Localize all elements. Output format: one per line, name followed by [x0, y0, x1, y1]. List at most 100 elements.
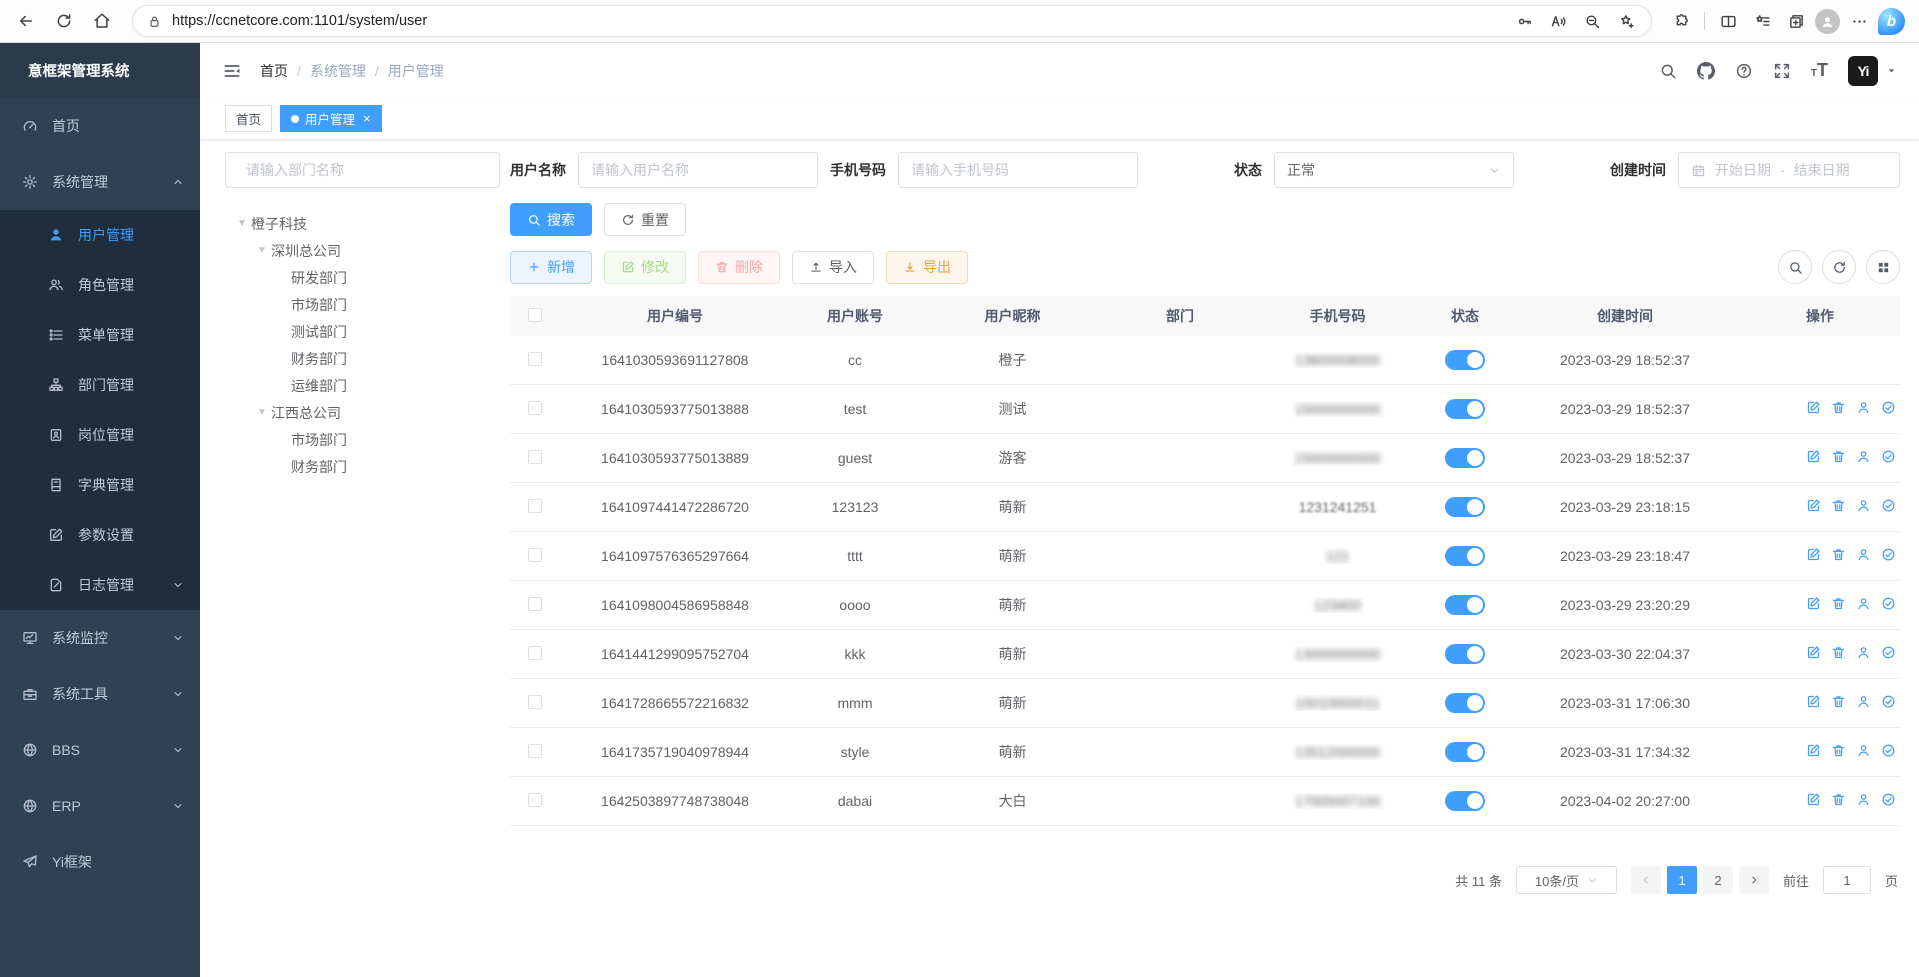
hamburger-icon[interactable]: [222, 61, 242, 81]
dept-search-input[interactable]: [246, 162, 487, 178]
row-checkbox[interactable]: [528, 744, 542, 758]
sidebar-item-dict[interactable]: 字典管理: [0, 460, 200, 510]
page-button-1[interactable]: 1: [1667, 866, 1697, 894]
row-checkbox[interactable]: [528, 352, 542, 366]
sidebar-item-tools[interactable]: 系统工具: [0, 666, 200, 722]
status-toggle[interactable]: [1445, 644, 1485, 664]
row-checkbox[interactable]: [528, 597, 542, 611]
zoom-out-icon[interactable]: [1577, 6, 1607, 36]
trash-icon[interactable]: [1831, 694, 1846, 709]
check-circle-icon[interactable]: [1881, 400, 1896, 415]
tree-node[interactable]: ▼江西总公司: [225, 399, 500, 426]
sidebar-item-log[interactable]: 日志管理: [0, 560, 200, 610]
collections-icon[interactable]: [1781, 6, 1811, 36]
status-toggle[interactable]: [1445, 546, 1485, 566]
breadcrumb-item[interactable]: 首页: [260, 61, 288, 81]
edit-square-icon[interactable]: [1806, 547, 1821, 562]
page-size-select[interactable]: 10条/页: [1516, 866, 1617, 894]
sidebar-item-param[interactable]: 参数设置: [0, 510, 200, 560]
edit-square-icon[interactable]: [1806, 596, 1821, 611]
sidebar-item-yi[interactable]: Yi框架: [0, 834, 200, 890]
person-icon[interactable]: [1856, 498, 1871, 513]
tree-node[interactable]: ▼深圳总公司: [225, 237, 500, 264]
fullscreen-icon[interactable]: [1773, 62, 1791, 80]
status-toggle[interactable]: [1445, 497, 1485, 517]
check-circle-icon[interactable]: [1881, 645, 1896, 660]
tree-node[interactable]: 测试部门: [225, 318, 500, 345]
key-icon[interactable]: [1509, 6, 1539, 36]
sidebar-item-erp[interactable]: ERP: [0, 778, 200, 834]
favorites-icon[interactable]: [1747, 6, 1777, 36]
profile-avatar[interactable]: [1815, 9, 1840, 34]
sidebar-item-home[interactable]: 首页: [0, 98, 200, 154]
edit-button[interactable]: 修改: [604, 251, 686, 284]
tree-node[interactable]: 财务部门: [225, 453, 500, 480]
trash-icon[interactable]: [1831, 400, 1846, 415]
sidebar-item-dept[interactable]: 部门管理: [0, 360, 200, 410]
prev-page-button[interactable]: [1631, 866, 1661, 894]
sidebar-item-role[interactable]: 角色管理: [0, 260, 200, 310]
close-icon[interactable]: ×: [363, 111, 371, 126]
person-icon[interactable]: [1856, 596, 1871, 611]
row-checkbox[interactable]: [528, 646, 542, 660]
edit-square-icon[interactable]: [1806, 645, 1821, 660]
goto-page-input[interactable]: [1823, 866, 1871, 894]
check-circle-icon[interactable]: [1881, 596, 1896, 611]
edit-square-icon[interactable]: [1806, 743, 1821, 758]
caret-down-icon[interactable]: [1886, 65, 1897, 76]
status-toggle[interactable]: [1445, 595, 1485, 615]
sidebar-item-user[interactable]: 用户管理: [0, 210, 200, 260]
status-toggle[interactable]: [1445, 791, 1485, 811]
trash-icon[interactable]: [1831, 449, 1846, 464]
font-size-icon[interactable]: TT: [1811, 60, 1828, 81]
person-icon[interactable]: [1856, 792, 1871, 807]
person-icon[interactable]: [1856, 743, 1871, 758]
row-checkbox[interactable]: [528, 450, 542, 464]
status-toggle[interactable]: [1445, 399, 1485, 419]
row-checkbox[interactable]: [528, 499, 542, 513]
add-button[interactable]: 新增: [510, 251, 592, 284]
tree-node[interactable]: 财务部门: [225, 345, 500, 372]
edit-square-icon[interactable]: [1806, 694, 1821, 709]
trash-icon[interactable]: [1831, 645, 1846, 660]
trash-icon[interactable]: [1831, 792, 1846, 807]
trash-icon[interactable]: [1831, 498, 1846, 513]
tree-node[interactable]: 运维部门: [225, 372, 500, 399]
edit-square-icon[interactable]: [1806, 400, 1821, 415]
status-toggle[interactable]: [1445, 742, 1485, 762]
next-page-button[interactable]: [1739, 866, 1769, 894]
tree-node[interactable]: 市场部门: [225, 426, 500, 453]
edit-square-icon[interactable]: [1806, 792, 1821, 807]
more-icon[interactable]: [1844, 6, 1874, 36]
reset-button[interactable]: 重置: [604, 203, 686, 236]
edit-square-icon[interactable]: [1806, 498, 1821, 513]
grid-tool-button[interactable]: [1866, 250, 1900, 284]
check-circle-icon[interactable]: [1881, 449, 1896, 464]
search-icon[interactable]: [1659, 62, 1677, 80]
refresh-icon[interactable]: [48, 5, 80, 37]
star-plus-icon[interactable]: [1611, 6, 1641, 36]
read-aloud-icon[interactable]: [1543, 6, 1573, 36]
search-button[interactable]: 搜索: [510, 203, 592, 236]
sidebar-item-system[interactable]: 系统管理: [0, 154, 200, 210]
check-circle-icon[interactable]: [1881, 792, 1896, 807]
page-button-2[interactable]: 2: [1703, 866, 1733, 894]
tree-node[interactable]: 研发部门: [225, 264, 500, 291]
delete-button[interactable]: 删除: [698, 251, 780, 284]
url-text[interactable]: https://ccnetcore.com:1101/system/user: [172, 13, 1499, 29]
back-icon[interactable]: [10, 5, 42, 37]
row-checkbox[interactable]: [528, 695, 542, 709]
help-icon[interactable]: [1735, 62, 1753, 80]
bing-chat-icon[interactable]: b: [1878, 8, 1905, 35]
user-avatar[interactable]: Yi: [1848, 56, 1878, 86]
github-icon[interactable]: [1697, 62, 1715, 80]
tab-用户管理[interactable]: 用户管理×: [280, 105, 382, 132]
row-checkbox[interactable]: [528, 548, 542, 562]
phone-input[interactable]: [911, 162, 1125, 178]
tree-node[interactable]: 市场部门: [225, 291, 500, 318]
refresh-tool-button[interactable]: [1822, 250, 1856, 284]
check-circle-icon[interactable]: [1881, 694, 1896, 709]
person-icon[interactable]: [1856, 400, 1871, 415]
tree-node[interactable]: ▼橙子科技: [225, 210, 500, 237]
search-tool-button[interactable]: [1778, 250, 1812, 284]
